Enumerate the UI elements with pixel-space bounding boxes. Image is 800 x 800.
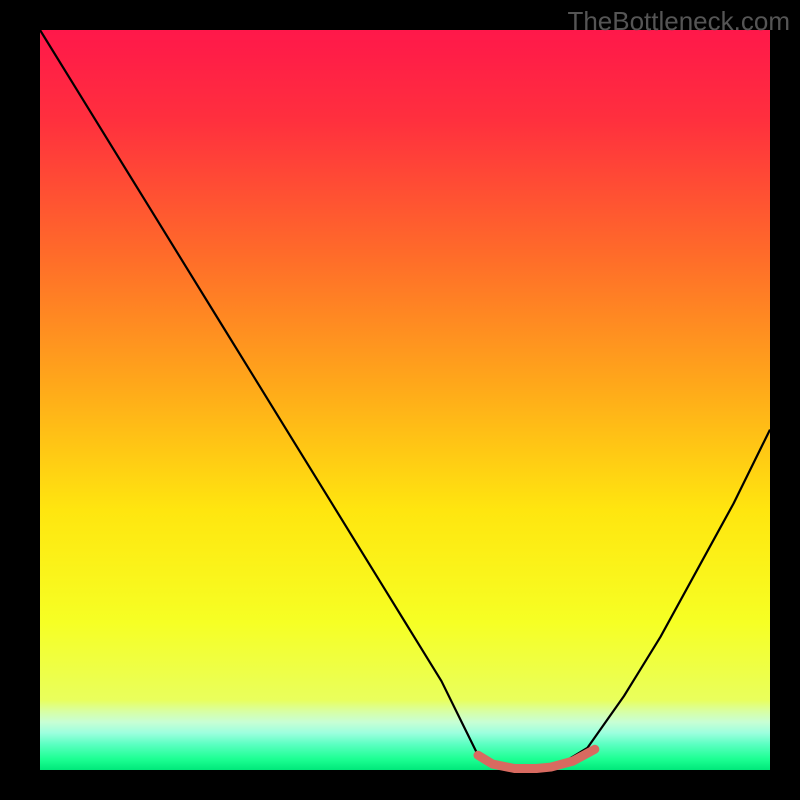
gradient-background	[40, 30, 770, 770]
watermark-text: TheBottleneck.com	[567, 6, 790, 37]
chart-container: TheBottleneck.com	[0, 0, 800, 800]
chart-svg	[0, 0, 800, 800]
